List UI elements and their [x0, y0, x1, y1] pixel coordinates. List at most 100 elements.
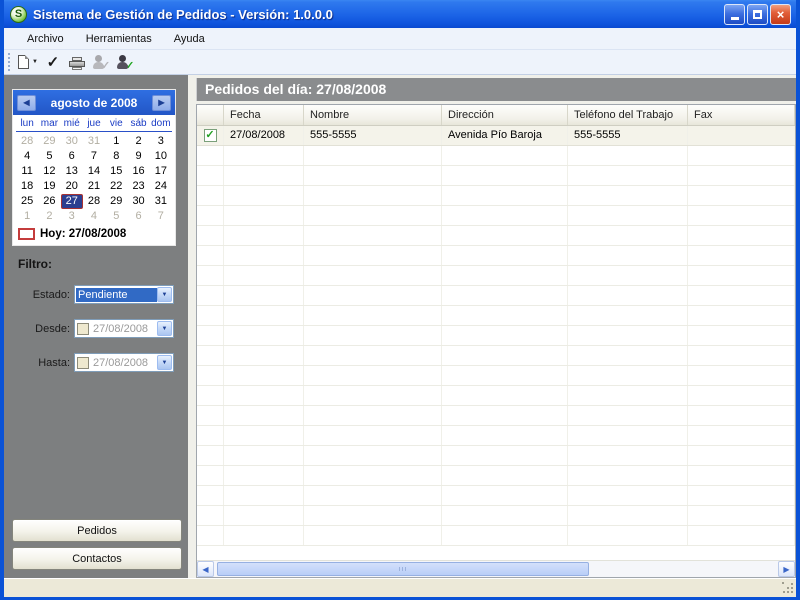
maximize-button[interactable]	[747, 3, 768, 25]
hasta-datepicker[interactable]: 27/08/2008 ▼	[74, 353, 174, 372]
calendar-day[interactable]: 21	[83, 179, 105, 194]
scroll-left-button[interactable]: ◀	[197, 561, 214, 577]
calendar-day[interactable]: 10	[150, 149, 172, 164]
contact-check-disabled-button: ✓	[90, 51, 112, 73]
chevron-down-icon[interactable]: ▼	[157, 321, 172, 336]
calendar-day-selected[interactable]: 27	[60, 194, 83, 209]
calendar-day[interactable]: 6	[127, 209, 149, 224]
hasta-label: Hasta:	[38, 356, 70, 369]
table-cell	[568, 266, 688, 285]
table-cell	[304, 286, 442, 305]
nav-button-contactos[interactable]: Contactos	[12, 547, 182, 570]
calendar-day[interactable]: 22	[105, 179, 127, 194]
calendar-day[interactable]: 14	[83, 164, 105, 179]
calendar-day[interactable]: 25	[16, 194, 38, 209]
table-cell	[568, 346, 688, 365]
table-cell	[688, 306, 795, 325]
minimize-button[interactable]	[724, 3, 745, 25]
calendar-day[interactable]: 16	[127, 164, 149, 179]
calendar-day[interactable]: 8	[105, 149, 127, 164]
table-cell	[224, 306, 304, 325]
calendar-day[interactable]: 17	[150, 164, 172, 179]
new-document-button[interactable]: ▼	[16, 51, 40, 73]
calendar-day[interactable]: 1	[16, 209, 38, 224]
contact-check-button[interactable]: ✓	[114, 51, 136, 73]
calendar-day[interactable]: 7	[83, 149, 105, 164]
hasta-value: 27/08/2008	[93, 356, 149, 369]
table-cell	[568, 226, 688, 245]
nav-button-pedidos[interactable]: Pedidos	[12, 519, 182, 542]
close-button[interactable]: ×	[770, 3, 791, 25]
column-header-fax[interactable]: Fax	[688, 105, 795, 125]
calendar-today-row[interactable]: Hoy: 27/08/2008	[13, 225, 175, 245]
column-header-select[interactable]	[197, 105, 224, 125]
calendar-day[interactable]: 15	[105, 164, 127, 179]
calendar-day[interactable]: 1	[105, 134, 127, 149]
confirm-check-icon: ✓	[46, 54, 60, 71]
scroll-right-button[interactable]: ▶	[778, 561, 795, 577]
app-window: S Sistema de Gestión de Pedidos - Versió…	[0, 0, 800, 600]
calendar-day[interactable]: 24	[150, 179, 172, 194]
calendar-day[interactable]: 2	[38, 209, 60, 224]
calendar-day[interactable]: 30	[127, 194, 149, 209]
column-header-tel-fono-del-trabajo[interactable]: Teléfono del Trabajo	[568, 105, 688, 125]
calendar-day[interactable]: 4	[16, 149, 38, 164]
table-row[interactable]: ✓ 27/08/2008 555-5555 Avenida Pío Baroja 555…	[197, 126, 795, 146]
calendar-day[interactable]: 29	[105, 194, 127, 209]
calendar-day[interactable]: 28	[16, 134, 38, 149]
table-cell	[224, 226, 304, 245]
calendar-day[interactable]: 6	[61, 149, 83, 164]
table-cell	[442, 206, 568, 225]
table-cell	[688, 426, 795, 445]
hasta-checkbox[interactable]	[77, 356, 89, 369]
calendar-day[interactable]: 7	[150, 209, 172, 224]
table-row-empty	[197, 166, 795, 186]
chevron-down-icon[interactable]: ▼	[157, 287, 172, 302]
column-header-direcci-n[interactable]: Dirección	[442, 105, 568, 125]
calendar-day[interactable]: 19	[38, 179, 60, 194]
calendar-day[interactable]: 18	[16, 179, 38, 194]
desde-datepicker[interactable]: 27/08/2008 ▼	[74, 319, 174, 338]
table-cell	[304, 206, 442, 225]
menu-item-archivo[interactable]: Archivo	[16, 30, 75, 48]
column-header-fecha[interactable]: Fecha	[224, 105, 304, 125]
calendar-day[interactable]: 31	[150, 194, 172, 209]
calendar-day[interactable]: 20	[61, 179, 83, 194]
calendar-day[interactable]: 28	[83, 194, 105, 209]
print-button[interactable]	[66, 51, 88, 73]
horizontal-scrollbar[interactable]: ◀ ▶	[197, 560, 795, 577]
menu-item-herramientas[interactable]: Herramientas	[75, 30, 163, 48]
calendar-day[interactable]: 13	[61, 164, 83, 179]
desde-checkbox[interactable]	[77, 322, 89, 335]
table-cell	[688, 226, 795, 245]
resize-grip-icon[interactable]	[782, 582, 795, 595]
calendar-day[interactable]: 5	[105, 209, 127, 224]
today-label: Hoy: 27/08/2008	[40, 228, 127, 240]
row-checkbox[interactable]: ✓	[203, 129, 217, 142]
calendar-day[interactable]: 5	[38, 149, 60, 164]
calendar-next-button[interactable]: ▶	[151, 94, 171, 111]
calendar-day[interactable]: 2	[127, 134, 149, 149]
estado-select[interactable]: Pendiente ▼	[74, 285, 174, 304]
confirm-button[interactable]: ✓	[42, 51, 64, 73]
calendar-day[interactable]: 31	[83, 134, 105, 149]
calendar-day[interactable]: 26	[38, 194, 60, 209]
chevron-down-icon[interactable]: ▼	[157, 355, 172, 370]
table-cell	[224, 446, 304, 465]
calendar-day[interactable]: 3	[61, 209, 83, 224]
calendar-day[interactable]: 29	[38, 134, 60, 149]
scrollbar-thumb[interactable]	[217, 562, 590, 576]
calendar-day[interactable]: 30	[61, 134, 83, 149]
calendar-day[interactable]: 12	[38, 164, 60, 179]
menu-item-ayuda[interactable]: Ayuda	[163, 30, 216, 48]
scrollbar-track[interactable]	[214, 561, 778, 577]
calendar-day[interactable]: 11	[16, 164, 38, 179]
calendar-prev-button[interactable]: ◀	[17, 94, 36, 111]
column-header-nombre[interactable]: Nombre	[304, 105, 442, 125]
table-cell	[224, 466, 304, 485]
calendar-day[interactable]: 9	[127, 149, 149, 164]
sidebar-splitter[interactable]	[188, 75, 196, 578]
calendar-day[interactable]: 4	[83, 209, 105, 224]
calendar-day[interactable]: 23	[127, 179, 149, 194]
calendar-day[interactable]: 3	[150, 134, 172, 149]
